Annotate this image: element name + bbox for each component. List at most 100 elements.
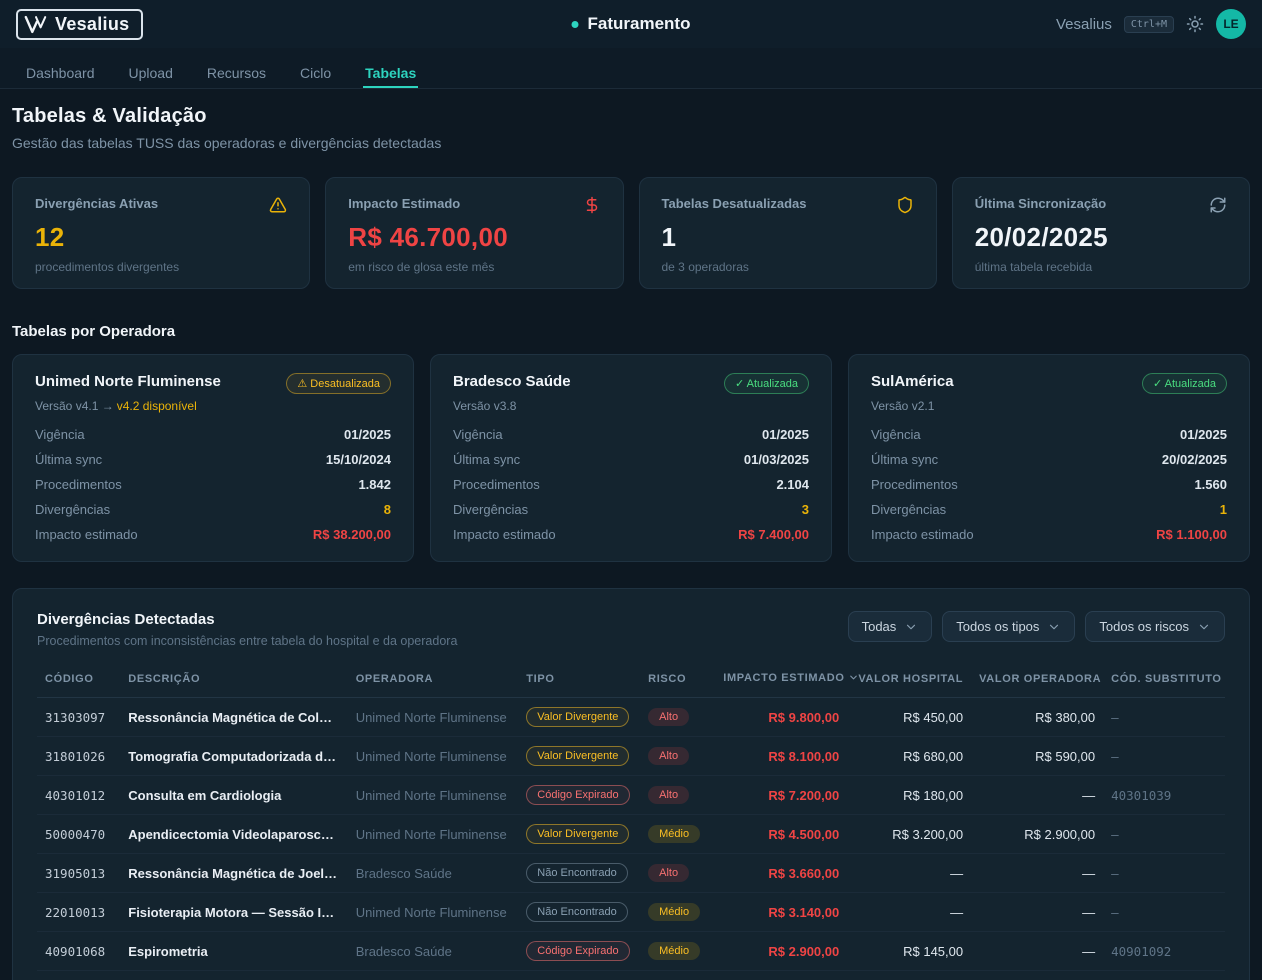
operator-field-vigencia: Vigência01/2025 <box>35 427 391 443</box>
header-title: Faturamento <box>572 14 691 34</box>
operator-field-divergencias: Divergências3 <box>453 502 809 518</box>
operator-version-update: v4.2 disponível <box>117 399 197 413</box>
table-header-row: CÓDIGO DESCRIÇÃO OPERADORA TIPO RISCO IM… <box>37 666 1225 698</box>
cell-risco: Alto <box>640 737 715 776</box>
stat-card-impacto: Impacto Estimado R$ 46.700,00 em risco d… <box>325 177 623 289</box>
operator-field-impacto: Impacto estimadoR$ 38.200,00 <box>35 527 391 543</box>
nav-item-recursos[interactable]: Recursos <box>205 48 268 88</box>
cell-codigo: 50000470 <box>37 815 120 854</box>
operators-grid: Unimed Norte Fluminense ⚠ Desatualizada … <box>12 354 1250 562</box>
cell-descricao: Consulta em Cardiologia <box>120 776 347 815</box>
main-content: Tabelas & Validação Gestão das tabelas T… <box>0 89 1262 980</box>
field-value: 01/2025 <box>1180 427 1227 443</box>
col-operadora: OPERADORA <box>348 666 519 698</box>
table-row: 40301012 Consulta em Cardiologia Unimed … <box>37 776 1225 815</box>
cell-substituto: 40901092 <box>1103 932 1225 971</box>
field-label: Vigência <box>453 427 503 443</box>
operator-field-impacto: Impacto estimado R$ 7.400,00 <box>453 527 809 543</box>
stat-value: R$ 46.700,00 <box>348 222 600 253</box>
risco-badge: Alto <box>648 864 689 882</box>
risco-badge: Médio <box>648 825 700 843</box>
cell-valor-hospital: R$ 180,00 <box>847 776 971 815</box>
cell-descricao: Fisioterapia Motora — Sessão Indi… <box>120 893 347 932</box>
warning-triangle-icon <box>269 196 287 214</box>
cell-codigo: 40301012 <box>37 776 120 815</box>
nav-item-dashboard[interactable]: Dashboard <box>24 48 97 88</box>
field-label: Impacto estimado <box>453 527 556 543</box>
table-row: 31801026 Tomografia Computadorizada de T… <box>37 737 1225 776</box>
field-value: 2.104 <box>776 477 809 493</box>
filter-tipo[interactable]: Todos os tipos <box>942 611 1075 642</box>
table-row: 31905013 Ressonância Magnética de Joelho… <box>37 854 1225 893</box>
stat-card-tabelas-desatualizadas: Tabelas Desatualizadas 1 de 3 operadoras <box>639 177 937 289</box>
operator-field-procedimentos: Procedimentos1.560 <box>871 477 1227 493</box>
field-label: Vigência <box>35 427 85 443</box>
operator-field-vigencia: Vigência01/2025 <box>871 427 1227 443</box>
tipo-badge: Valor Divergente <box>526 746 629 766</box>
cell-valor-operadora: — <box>971 971 1103 980</box>
operator-name: Unimed Norte Fluminense <box>35 373 221 390</box>
nav-item-ciclo[interactable]: Ciclo <box>298 48 333 88</box>
cell-descricao: Apendicectomia Videolaparoscópi… <box>120 815 347 854</box>
cell-substituto: 41204127 <box>1103 971 1225 980</box>
field-value: R$ 7.400,00 <box>738 527 809 543</box>
cell-risco: Médio <box>640 932 715 971</box>
cell-tipo: Não Encontrado <box>518 893 640 932</box>
logo[interactable]: Vesalius <box>16 9 143 40</box>
table-row: 50000470 Apendicectomia Videolaparoscópi… <box>37 815 1225 854</box>
field-label: Divergências <box>453 502 528 518</box>
cell-codigo: 41204109 <box>37 971 120 980</box>
cell-codigo: 40901068 <box>37 932 120 971</box>
cell-valor-operadora: — <box>971 776 1103 815</box>
cell-codigo: 22010013 <box>37 893 120 932</box>
operator-version-current: Versão v2.1 <box>871 399 934 413</box>
tipo-badge: Valor Divergente <box>526 824 629 844</box>
filter-risco[interactable]: Todos os riscos <box>1085 611 1225 642</box>
shield-icon <box>896 196 914 214</box>
header-actions: Vesalius Ctrl+M LE <box>1056 9 1246 39</box>
theme-toggle-button[interactable] <box>1186 15 1204 33</box>
page-title: Tabelas & Validação <box>12 105 1250 128</box>
cell-tipo: Não Encontrado <box>518 854 640 893</box>
filter-label: Todas <box>862 619 897 634</box>
risco-badge: Médio <box>648 903 700 921</box>
operator-name: Bradesco Saúde <box>453 373 571 390</box>
stat-value: 20/02/2025 <box>975 222 1227 253</box>
divergences-title: Divergências Detectadas <box>37 611 457 628</box>
operator-version-current: Versão v4.1 → <box>35 399 114 413</box>
operator-name: SulAmérica <box>871 373 954 390</box>
stat-card-divergencias: Divergências Ativas 12 procedimentos div… <box>12 177 310 289</box>
cell-impacto: R$ 8.100,00 <box>715 737 847 776</box>
cell-descricao: Tomografia Computadorizada de T… <box>120 737 347 776</box>
avatar[interactable]: LE <box>1216 9 1246 39</box>
nav-item-upload[interactable]: Upload <box>127 48 175 88</box>
field-value: 1 <box>1220 502 1227 518</box>
cell-impacto: R$ 3.140,00 <box>715 893 847 932</box>
field-label: Procedimentos <box>35 477 122 493</box>
nav-item-tabelas[interactable]: Tabelas <box>363 48 418 88</box>
field-label: Impacto estimado <box>871 527 974 543</box>
cell-substituto: — <box>1103 854 1225 893</box>
operator-card-bradesco: Bradesco Saúde ✓ Atualizada Versão v3.8 … <box>430 354 832 562</box>
cell-descricao: Ressonância Magnética de Joelho <box>120 854 347 893</box>
filter-operadora[interactable]: Todas <box>848 611 933 642</box>
filter-label: Todos os tipos <box>956 619 1039 634</box>
divergences-table: CÓDIGO DESCRIÇÃO OPERADORA TIPO RISCO IM… <box>37 666 1225 980</box>
operator-status-badge: ⚠ Desatualizada <box>286 373 391 394</box>
cell-substituto: 40301039 <box>1103 776 1225 815</box>
operator-version: Versão v3.8 <box>453 399 809 413</box>
operator-field-impacto: Impacto estimadoR$ 1.100,00 <box>871 527 1227 543</box>
col-label: IMPACTO ESTIMADO <box>723 672 844 684</box>
sun-icon <box>1186 15 1204 33</box>
header-user-label: Vesalius <box>1056 16 1112 33</box>
divergences-card: Divergências Detectadas Procedimentos co… <box>12 588 1250 980</box>
operator-field-procedimentos: Procedimentos2.104 <box>453 477 809 493</box>
col-descricao: DESCRIÇÃO <box>120 666 347 698</box>
field-label: Última sync <box>453 452 520 468</box>
stat-label: Tabelas Desatualizadas <box>662 196 807 211</box>
col-cod-substituto: CÓD. SUBSTITUTO <box>1103 666 1225 698</box>
operators-section-title: Tabelas por Operadora <box>12 323 1250 340</box>
field-value: 8 <box>384 502 391 518</box>
risco-badge: Alto <box>648 708 689 726</box>
col-impacto-estimado[interactable]: IMPACTO ESTIMADO <box>715 666 847 698</box>
